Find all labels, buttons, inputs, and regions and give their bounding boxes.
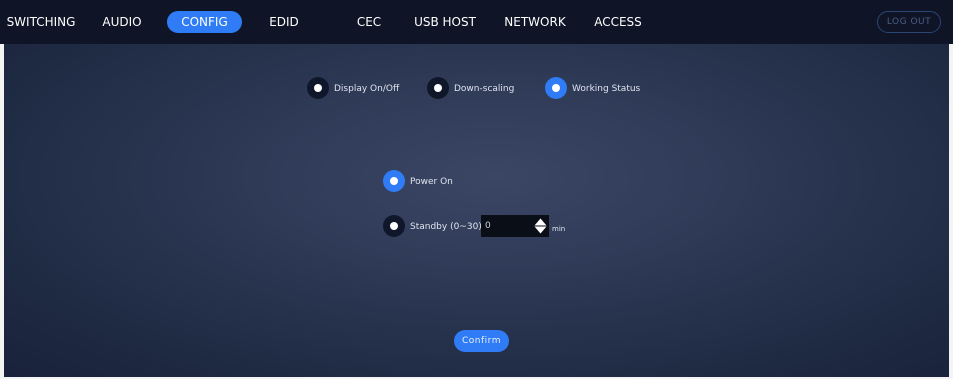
radio-working-status[interactable] bbox=[545, 77, 567, 99]
nav-tab-access[interactable]: ACCESS bbox=[590, 11, 646, 33]
radio-unchecked-icon bbox=[390, 222, 398, 230]
nav-tab-config[interactable]: CONFIG bbox=[167, 11, 242, 33]
standby-unit-label: min bbox=[552, 225, 566, 233]
top-navigation-bar: SWITCHING AUDIO CONFIG EDID CEC USB HOST… bbox=[0, 0, 953, 44]
radio-checked-icon bbox=[390, 177, 398, 185]
mode-label-working-status: Working Status bbox=[572, 84, 641, 94]
nav-tab-cec[interactable]: CEC bbox=[351, 11, 387, 33]
standby-minutes-input[interactable] bbox=[481, 215, 533, 237]
mode-label-down-scaling: Down-scaling bbox=[454, 84, 515, 94]
radio-unchecked-icon bbox=[314, 84, 322, 92]
radio-checked-icon bbox=[552, 84, 560, 92]
nav-tab-audio[interactable]: AUDIO bbox=[96, 11, 148, 33]
up-down-arrows-icon bbox=[534, 218, 547, 234]
radio-power-on[interactable] bbox=[383, 170, 405, 192]
nav-tab-edid[interactable]: EDID bbox=[264, 11, 304, 33]
stepper-up-arrow[interactable] bbox=[534, 218, 547, 226]
power-on-label: Power On bbox=[410, 177, 453, 187]
radio-unchecked-icon bbox=[434, 84, 442, 92]
mode-label-display-on-off: Display On/Off bbox=[334, 84, 400, 94]
confirm-button[interactable]: Confirm bbox=[454, 330, 509, 352]
app-frame: SWITCHING AUDIO CONFIG EDID CEC USB HOST… bbox=[0, 0, 953, 379]
radio-standby[interactable] bbox=[383, 215, 405, 237]
nav-tab-usb-host[interactable]: USB HOST bbox=[410, 11, 480, 33]
logout-button[interactable]: LOG OUT bbox=[877, 11, 941, 33]
nav-tab-switching[interactable]: SWITCHING bbox=[4, 11, 78, 33]
radio-down-scaling[interactable] bbox=[427, 77, 449, 99]
nav-tab-network[interactable]: NETWORK bbox=[502, 11, 568, 33]
stepper-down-arrow[interactable] bbox=[534, 226, 547, 234]
radio-display-on-off[interactable] bbox=[307, 77, 329, 99]
standby-label: Standby (0~30) bbox=[410, 222, 482, 232]
standby-minutes-stepper bbox=[481, 215, 549, 237]
